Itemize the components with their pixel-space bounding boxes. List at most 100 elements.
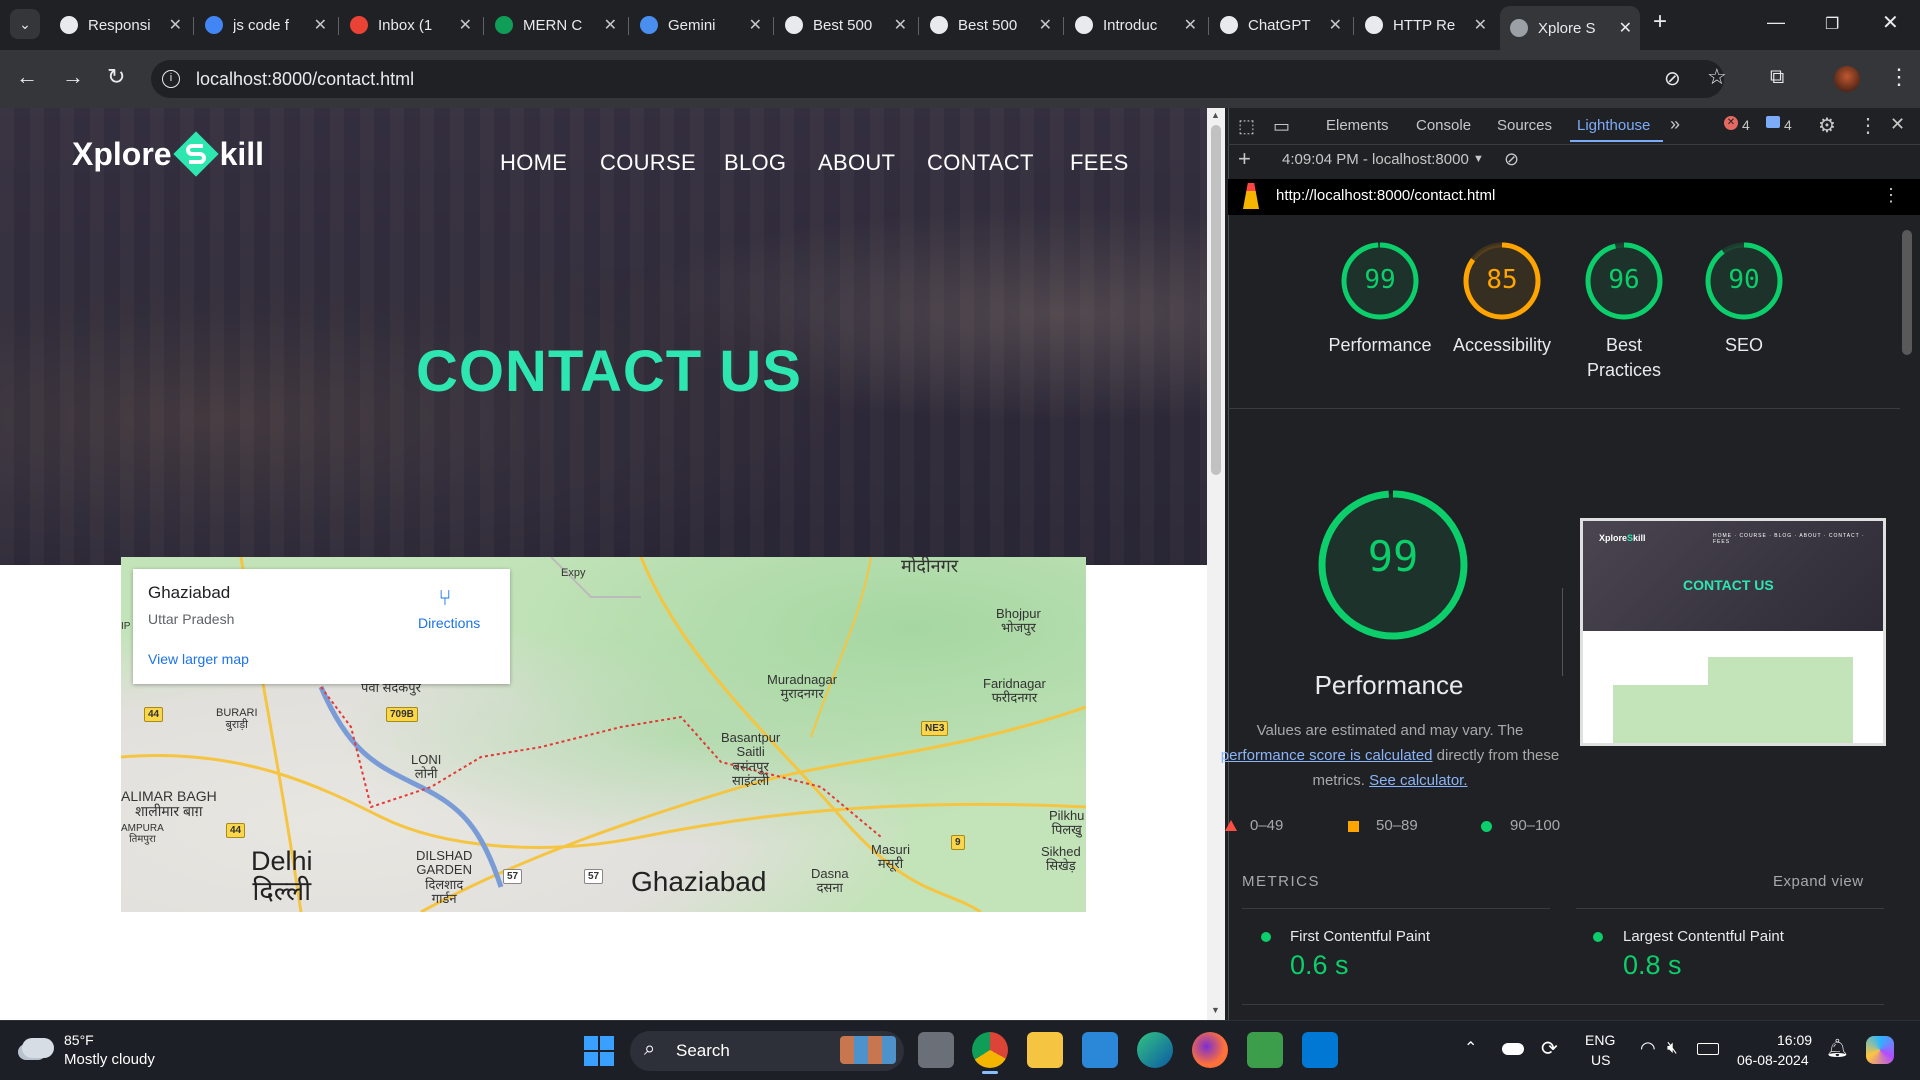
battery-icon[interactable] xyxy=(1697,1043,1719,1055)
gauge-label[interactable]: Performance xyxy=(1315,333,1445,358)
close-tab-icon[interactable]: ✕ xyxy=(1184,15,1197,35)
report-selector[interactable]: 4:09:04 PM - localhost:8000 xyxy=(1282,151,1469,168)
devtools-menu-icon[interactable]: ⋮ xyxy=(1858,113,1878,138)
close-tab-icon[interactable]: ✕ xyxy=(314,15,327,35)
device-toggle-icon[interactable]: ▭ xyxy=(1273,116,1290,137)
copilot-icon[interactable] xyxy=(1866,1036,1894,1064)
close-tab-icon[interactable]: ✕ xyxy=(1619,18,1632,38)
browser-tab[interactable]: Inbox (1 ✕ xyxy=(340,8,480,42)
wifi-icon[interactable]: ◠ xyxy=(1640,1038,1656,1059)
nav-home[interactable]: HOME xyxy=(500,150,567,176)
error-icon[interactable]: ✕ xyxy=(1724,116,1738,130)
nav-about[interactable]: ABOUT xyxy=(818,150,895,176)
nav-course[interactable]: COURSE xyxy=(600,150,696,176)
volume-mute-icon[interactable]: 🔇︎ xyxy=(1667,1038,1678,1058)
browser-tab[interactable]: Introduc ✕ xyxy=(1065,8,1205,42)
directions-link[interactable]: Directions xyxy=(418,615,480,631)
more-tabs-icon[interactable]: » xyxy=(1670,114,1680,135)
message-count[interactable]: 4 xyxy=(1784,117,1792,133)
browser-tab[interactable]: Responsi ✕ xyxy=(50,8,190,42)
new-report-icon[interactable]: + xyxy=(1238,146,1251,172)
settings-gear-icon[interactable]: ⚙ xyxy=(1818,113,1836,138)
extensions-icon[interactable]: ⧉ xyxy=(1770,66,1784,89)
tab-search-button[interactable]: ⌄ xyxy=(10,9,40,39)
browser-tab[interactable]: js code f ✕ xyxy=(195,8,335,42)
close-tab-icon[interactable]: ✕ xyxy=(169,15,182,35)
profile-avatar[interactable] xyxy=(1834,66,1860,92)
close-tab-icon[interactable]: ✕ xyxy=(749,15,762,35)
browser-tab[interactable]: Best 500 ✕ xyxy=(920,8,1060,42)
site-logo[interactable]: Xplore kill xyxy=(72,128,264,180)
new-tab-button[interactable]: + xyxy=(1653,8,1667,36)
browser-tab[interactable]: Xplore S ✕ xyxy=(1500,6,1640,50)
sync-icon[interactable]: ⟳ xyxy=(1541,1036,1558,1061)
devtools-tab-sources[interactable]: Sources xyxy=(1497,117,1552,134)
windows-start-icon[interactable] xyxy=(584,1036,614,1066)
devtools-tab-console[interactable]: Console xyxy=(1416,117,1471,134)
devtools-tab-elements[interactable]: Elements xyxy=(1326,117,1389,134)
score-calculated-link[interactable]: performance score is calculated xyxy=(1221,747,1433,764)
close-tab-icon[interactable]: ✕ xyxy=(1329,15,1342,35)
expand-view-toggle[interactable]: Expand view xyxy=(1773,873,1864,890)
clock-date[interactable]: 06-08-2024 xyxy=(1737,1052,1809,1068)
scroll-down-icon[interactable]: ▼ xyxy=(1211,1005,1220,1015)
chrome-taskbar-icon[interactable] xyxy=(972,1032,1008,1068)
close-tab-icon[interactable]: ✕ xyxy=(894,15,907,35)
forward-icon[interactable]: → xyxy=(62,64,84,90)
clock-time[interactable]: 16:09 xyxy=(1777,1032,1812,1048)
taskbar-search-label[interactable]: Search xyxy=(676,1041,730,1061)
lighthouse-scrollbar[interactable] xyxy=(1902,230,1912,355)
reload-icon[interactable]: ↻ xyxy=(107,64,125,90)
task-view-icon[interactable] xyxy=(918,1032,954,1068)
scroll-up-icon[interactable]: ▲ xyxy=(1211,110,1220,120)
browser-tab[interactable]: HTTP Re ✕ xyxy=(1355,8,1495,42)
back-icon[interactable]: ← xyxy=(16,64,38,90)
gauge-label[interactable]: Accessibility xyxy=(1437,333,1567,358)
weather-temp[interactable]: 85°F xyxy=(64,1032,94,1048)
directions-icon[interactable]: ⑂ xyxy=(433,585,457,610)
see-calculator-link[interactable]: See calculator. xyxy=(1369,772,1467,789)
nav-fees[interactable]: FEES xyxy=(1070,150,1129,176)
dropdown-caret-icon[interactable]: ▼ xyxy=(1473,153,1484,165)
browser-tab[interactable]: MERN C ✕ xyxy=(485,8,625,42)
edge-icon[interactable] xyxy=(1137,1032,1173,1068)
restore-icon[interactable]: ❐ xyxy=(1825,14,1839,34)
tray-chevron-icon[interactable]: ⌃ xyxy=(1464,1038,1477,1058)
gauge-label[interactable]: Best Practices xyxy=(1584,333,1664,383)
close-tab-icon[interactable]: ✕ xyxy=(1039,15,1052,35)
eye-off-icon[interactable]: ⊘ xyxy=(1664,66,1681,91)
close-devtools-icon[interactable]: ✕ xyxy=(1890,114,1905,135)
vscode-icon[interactable] xyxy=(1302,1032,1338,1068)
bookmark-star-icon[interactable]: ☆ xyxy=(1707,64,1727,90)
input-region[interactable]: US xyxy=(1591,1052,1610,1068)
close-tab-icon[interactable]: ✕ xyxy=(459,15,472,35)
browser-tab[interactable]: ChatGPT ✕ xyxy=(1210,8,1350,42)
devtools-tab-lighthouse[interactable]: Lighthouse xyxy=(1577,117,1650,134)
mail-icon[interactable] xyxy=(1082,1032,1118,1068)
page-scrollbar-thumb[interactable] xyxy=(1211,125,1221,475)
gauge-label[interactable]: SEO xyxy=(1679,333,1809,358)
close-tab-icon[interactable]: ✕ xyxy=(1474,15,1487,35)
notification-bell-icon[interactable]: 🔔︎ xyxy=(1826,1038,1849,1059)
inspect-element-icon[interactable]: ⬚ xyxy=(1238,116,1255,137)
map-larger-link[interactable]: View larger map xyxy=(148,651,249,667)
nav-contact[interactable]: CONTACT xyxy=(927,150,1034,176)
browser-tab[interactable]: Best 500 ✕ xyxy=(775,8,915,42)
nav-blog[interactable]: BLOG xyxy=(724,150,786,176)
weather-cloud-icon[interactable] xyxy=(22,1038,54,1058)
minimize-icon[interactable]: — xyxy=(1767,12,1785,33)
onedrive-icon[interactable] xyxy=(1502,1043,1524,1055)
input-language[interactable]: ENG xyxy=(1585,1032,1615,1048)
report-url[interactable]: http://localhost:8000/contact.html xyxy=(1276,187,1495,204)
report-menu-icon[interactable]: ⋮ xyxy=(1882,185,1900,206)
page-screenshot-thumbnail[interactable]: XploreSkill HOME · COURSE · BLOG · ABOUT… xyxy=(1580,518,1886,746)
menu-kebab-icon[interactable]: ⋮ xyxy=(1888,64,1910,90)
clear-report-icon[interactable]: ⊘ xyxy=(1504,149,1519,170)
message-icon[interactable] xyxy=(1766,116,1780,128)
firefox-icon[interactable] xyxy=(1192,1032,1228,1068)
site-info-icon[interactable]: i xyxy=(162,70,180,88)
weather-desc[interactable]: Mostly cloudy xyxy=(64,1051,155,1068)
notepad-icon[interactable] xyxy=(1247,1032,1283,1068)
close-tab-icon[interactable]: ✕ xyxy=(604,15,617,35)
url-text[interactable]: localhost:8000/contact.html xyxy=(196,69,414,90)
